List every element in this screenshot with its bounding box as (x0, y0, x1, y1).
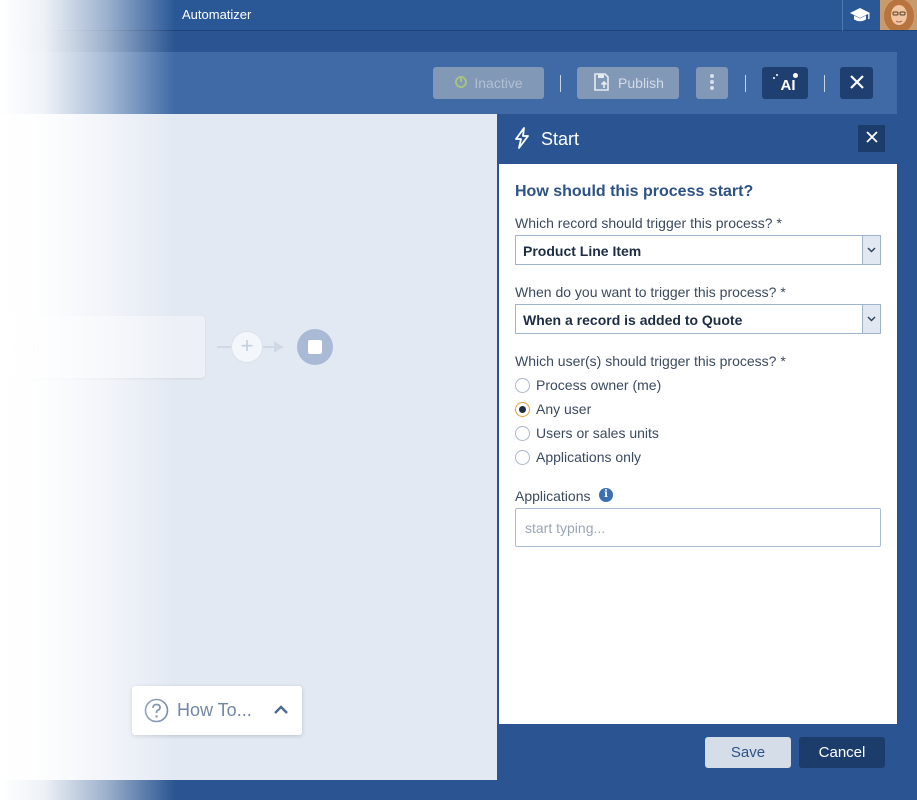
power-icon (454, 75, 468, 92)
more-vertical-icon (709, 73, 715, 94)
toolbar-divider (560, 75, 561, 92)
end-node[interactable] (297, 329, 333, 365)
header-divider (842, 0, 843, 31)
publish-icon (592, 72, 612, 95)
editor-toolbar: Inactive Publish AI (0, 52, 897, 114)
ai-dot-icon (793, 73, 798, 78)
help-icon (144, 698, 169, 723)
when-trigger-select[interactable]: When a record is added to Quote (515, 304, 881, 334)
bottom-strip (0, 780, 917, 800)
chevron-down-icon[interactable] (862, 305, 880, 333)
close-icon (865, 130, 878, 148)
radio-option-users-sales-units[interactable]: Users or sales units (515, 424, 659, 442)
cancel-button[interactable]: Cancel (799, 737, 885, 768)
close-editor-button[interactable] (840, 67, 873, 99)
toolbar-divider (824, 75, 825, 92)
panel-footer: Save Cancel (497, 724, 897, 780)
ai-label: AI (780, 76, 796, 94)
ai-assistant-button[interactable]: AI (762, 67, 808, 99)
section-title: How should this process start? (515, 183, 754, 200)
action-node[interactable]: ction (0, 316, 205, 378)
record-trigger-value: Product Line Item (523, 243, 642, 259)
info-icon[interactable]: i (599, 488, 613, 502)
save-button[interactable]: Save (705, 737, 791, 768)
panel-title: Start (541, 129, 580, 149)
radio-label: Any user (536, 401, 592, 417)
radio-button[interactable] (515, 449, 530, 465)
radio-button[interactable] (515, 425, 530, 441)
add-step-button[interactable]: + (231, 331, 263, 363)
inactive-toggle-button[interactable]: Inactive (433, 67, 544, 99)
when-trigger-label: When do you want to trigger this process… (515, 284, 786, 300)
radio-button[interactable] (515, 377, 530, 393)
toolbar-divider (745, 75, 746, 92)
lightning-bolt-icon (514, 127, 530, 149)
process-canvas[interactable]: ction + How To... (0, 114, 497, 780)
start-panel-header: Start (497, 114, 897, 164)
more-options-button[interactable] (696, 67, 728, 99)
chevron-up-icon[interactable] (272, 701, 290, 719)
radio-option-applications-only[interactable]: Applications only (515, 448, 641, 466)
publish-label: Publish (618, 75, 664, 91)
app-header: Automatizer (0, 0, 917, 31)
graduation-cap-icon[interactable] (849, 6, 871, 24)
radio-label: Applications only (536, 449, 642, 465)
chevron-down-icon[interactable] (862, 236, 880, 264)
start-panel-body: How should this process start? Which rec… (499, 164, 897, 724)
users-trigger-label: Which user(s) should trigger this proces… (515, 353, 786, 369)
how-to-widget[interactable]: How To... (132, 686, 302, 735)
record-trigger-label: Which record should trigger this process… (515, 215, 782, 231)
publish-button[interactable]: Publish (577, 67, 679, 99)
radio-label: Process owner (me) (536, 377, 662, 393)
user-avatar[interactable] (880, 0, 917, 30)
radio-option-any-user[interactable]: Any user (515, 400, 591, 418)
inactive-label: Inactive (474, 75, 523, 91)
how-to-label: How To... (177, 700, 252, 720)
connector-line (217, 346, 231, 348)
close-icon (849, 74, 865, 93)
applications-label: Applications (515, 488, 591, 504)
close-panel-button[interactable] (858, 125, 885, 152)
record-trigger-select[interactable]: Product Line Item (515, 235, 881, 265)
action-node-label: ction (12, 340, 40, 355)
applications-input[interactable] (515, 508, 881, 547)
radio-button-selected[interactable] (515, 401, 530, 417)
radio-label: Users or sales units (536, 425, 659, 441)
radio-option-process-owner[interactable]: Process owner (me) (515, 376, 661, 394)
when-trigger-value: When a record is added to Quote (523, 312, 743, 328)
app-title: Automatizer (182, 7, 252, 22)
arrow-right-icon (270, 339, 286, 360)
